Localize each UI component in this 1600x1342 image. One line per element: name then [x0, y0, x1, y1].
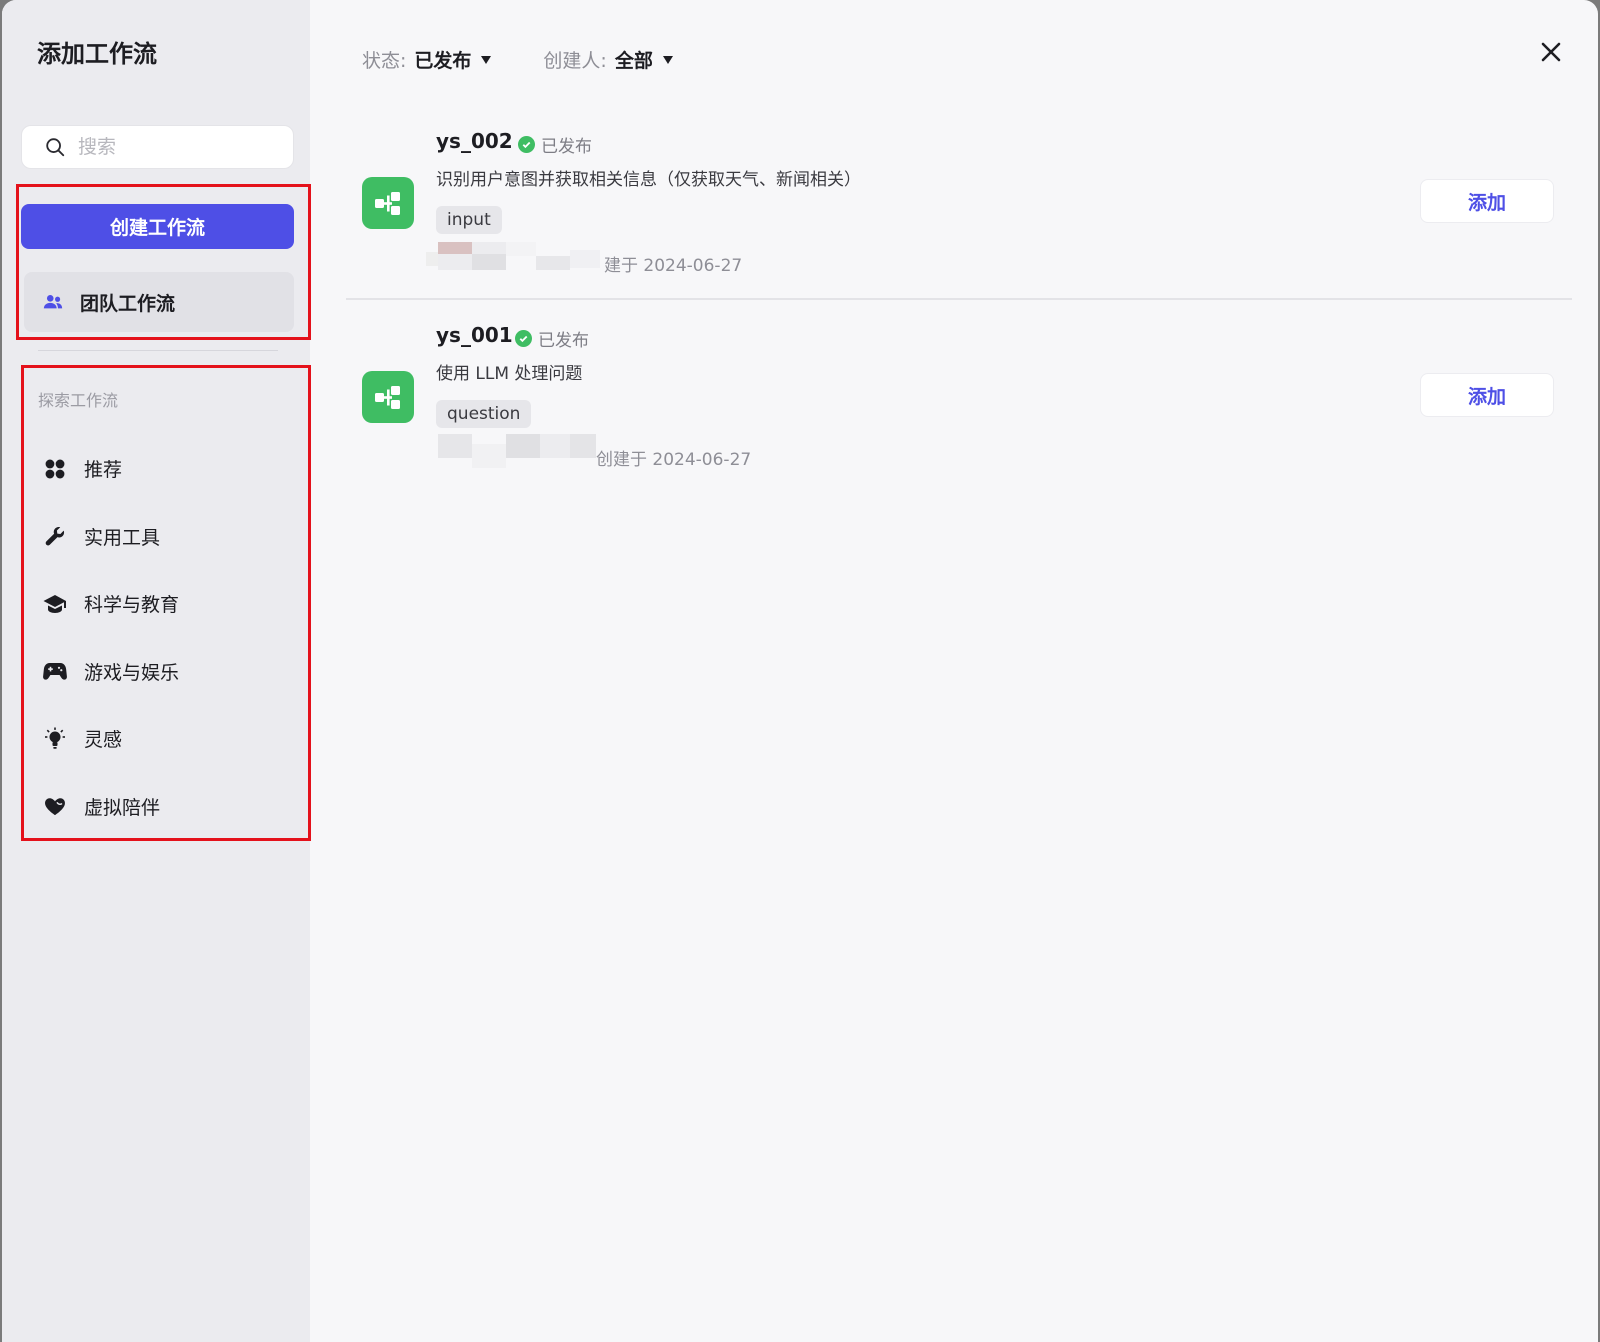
- sidebar-item-virtual-companion[interactable]: 虚拟陪伴: [24, 773, 294, 841]
- status-badge: 已发布: [515, 326, 589, 351]
- status-filter-dropdown[interactable]: 状态: 已发布: [362, 46, 492, 73]
- sidebar-item-label: 实用工具: [84, 526, 161, 549]
- sidebar-item-recommended[interactable]: 推荐: [24, 435, 294, 503]
- filter-bar: 状态: 已发布 创建人: 全部: [362, 46, 725, 73]
- created-date: 创建于 2024-06-27: [596, 450, 752, 470]
- input-tag: input: [436, 206, 502, 234]
- sidebar-item-inspiration[interactable]: 灵感: [24, 705, 294, 773]
- workflow-icon: [362, 177, 414, 229]
- status-filter-value: 已发布: [414, 50, 472, 72]
- search-box[interactable]: [21, 125, 294, 169]
- explore-section-label: 探索工作流: [38, 391, 119, 410]
- creator-filter-label: 创建人:: [543, 50, 607, 72]
- users-icon: [43, 295, 63, 309]
- status-badge: 已发布: [518, 132, 592, 157]
- check-circle-icon: [518, 136, 535, 153]
- sidebar-item-label: 灵感: [84, 729, 123, 752]
- sidebar-item-label: 推荐: [84, 459, 123, 482]
- create-workflow-button[interactable]: 创建工作流: [21, 204, 294, 249]
- workflow-name: ys_001: [436, 323, 513, 347]
- workflow-row: ys_001 已发布 使用 LLM 处理问题 question 创建于 2024…: [346, 301, 1572, 494]
- sidebar-item-label: 科学与教育: [84, 594, 180, 617]
- check-circle-icon: [515, 330, 532, 347]
- add-button[interactable]: 添加: [1420, 179, 1554, 223]
- question-tag: question: [436, 400, 532, 428]
- sidebar-item-label: 虚拟陪伴: [84, 796, 161, 819]
- created-date: 建于 2024-06-27: [604, 256, 743, 276]
- creator-filter-value: 全部: [614, 50, 653, 72]
- sidebar-divider: [38, 350, 278, 351]
- status-text: 已发布: [541, 137, 592, 157]
- workflow-description: 使用 LLM 处理问题: [436, 364, 583, 384]
- caret-down-icon: [481, 55, 492, 64]
- add-workflow-dialog: 添加工作流 创建工作流 团队工作流 探索工作流 推荐 实用工具: [2, 0, 1598, 1342]
- workflow-description: 识别用户意图并获取相关信息（仅获取天气、新闻相关）: [436, 170, 861, 190]
- sidebar: 添加工作流 创建工作流 团队工作流 探索工作流 推荐 实用工具: [2, 0, 311, 1342]
- add-button[interactable]: 添加: [1420, 373, 1554, 417]
- grid-icon: [42, 456, 68, 482]
- status-text: 已发布: [538, 331, 589, 351]
- graduation-cap-icon: [42, 591, 68, 617]
- creator-filter-dropdown[interactable]: 创建人: 全部: [543, 46, 673, 73]
- sidebar-item-label: 团队工作流: [80, 292, 176, 315]
- heart-icon: [42, 793, 68, 819]
- search-icon: [46, 138, 65, 157]
- close-button[interactable]: [1537, 38, 1565, 66]
- status-filter-label: 状态:: [362, 50, 407, 72]
- search-input[interactable]: [78, 136, 278, 158]
- sidebar-item-utilities[interactable]: 实用工具: [24, 503, 294, 571]
- workflow-icon: [362, 371, 414, 423]
- lightbulb-icon: [42, 726, 68, 752]
- sidebar-item-team-workflows[interactable]: 团队工作流: [24, 272, 294, 332]
- blurred-creator-name: [438, 434, 598, 468]
- sidebar-item-label: 游戏与娱乐: [84, 661, 180, 684]
- sidebar-item-science-education[interactable]: 科学与教育: [24, 570, 294, 638]
- gamepad-icon: [42, 658, 68, 684]
- dialog-title: 添加工作流: [37, 40, 157, 68]
- category-list: 推荐 实用工具 科学与教育 游戏与娱乐 灵感 虚拟陪伴: [24, 435, 294, 840]
- close-icon: [1541, 42, 1561, 62]
- blurred-creator-name: [426, 242, 601, 272]
- wrench-icon: [42, 523, 68, 549]
- caret-down-icon: [662, 55, 673, 64]
- sidebar-item-games-entertainment[interactable]: 游戏与娱乐: [24, 638, 294, 706]
- workflow-row: ys_002 已发布 识别用户意图并获取相关信息（仅获取天气、新闻相关） inp…: [346, 107, 1572, 300]
- workflow-name: ys_002: [436, 129, 513, 153]
